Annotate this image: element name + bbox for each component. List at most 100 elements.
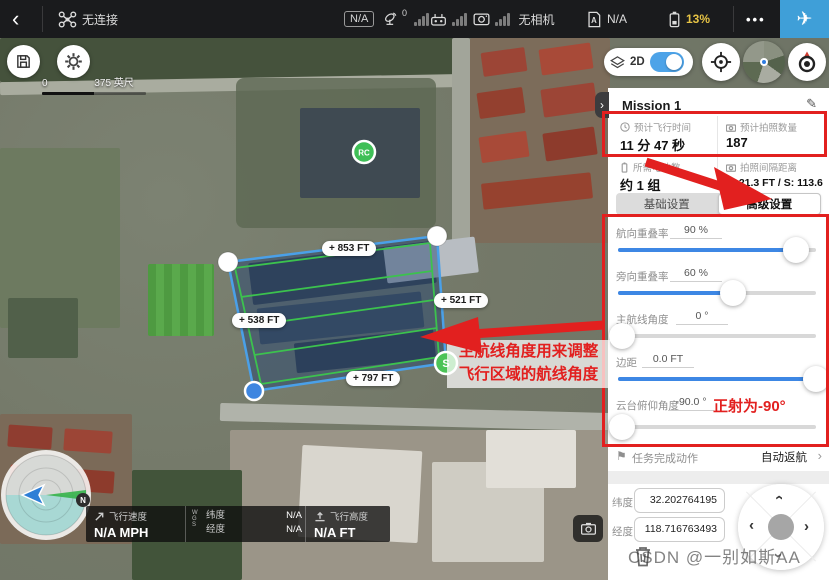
telemetry-bar: 飞行速度 N/A MPH W G S 纬度N/A 经度N/A 飞行高度 N/A … — [86, 506, 390, 542]
slider-handle[interactable] — [609, 414, 635, 440]
vertex-handle[interactable] — [427, 226, 447, 246]
slider-handle[interactable] — [783, 237, 809, 263]
slider-value-field[interactable]: -90.0 ° — [668, 396, 714, 411]
signal-bars — [452, 13, 467, 26]
slider-value-field[interactable]: 60 % — [670, 267, 722, 282]
save-mission-button[interactable] — [7, 45, 40, 78]
edge-length-label: + 521 FT — [434, 293, 488, 308]
takeoff-button[interactable]: ✈ — [780, 0, 829, 38]
edge-length-label: + 797 FT — [346, 371, 400, 386]
altitude-value: N/A FT — [314, 525, 382, 540]
tab-advanced-settings[interactable]: 高级设置 — [718, 193, 822, 215]
speed-arrow-icon — [94, 511, 105, 522]
mission-panel: › Mission 1 ✎ 预计飞行时间 11 分 47 秒 预计拍照数量 18… — [608, 88, 829, 580]
app-window: S RC + 853 FT + 521 FT + 538 FT + 797 FT… — [0, 0, 829, 580]
satellite-icon — [382, 11, 399, 27]
slider-value-field[interactable]: 0.0 FT — [642, 353, 694, 368]
plane-icon: ✈ — [797, 8, 813, 31]
slider-track[interactable] — [618, 334, 816, 338]
slider-label: 旁向重叠率 — [616, 269, 669, 284]
battery-needed-label: 所需电池数 — [620, 160, 681, 174]
slider-handle[interactable] — [720, 280, 746, 306]
slider-handle[interactable] — [803, 366, 829, 392]
slider-row-gimbal-pitch: 云台俯仰角度 -90.0 ° — [608, 396, 829, 439]
trash-icon[interactable] — [634, 545, 652, 567]
map-sports-field — [148, 264, 214, 336]
slider-row-route-angle: 主航线角度 0 ° — [608, 310, 829, 353]
camera-signal-status[interactable]: 无相机 — [473, 0, 555, 38]
rc-signal-status[interactable] — [430, 0, 467, 38]
longitude-label: 经度 — [612, 524, 633, 539]
photo-count-value: 187 — [726, 135, 748, 150]
flight-mode-value: N/A — [607, 12, 627, 26]
vertex-handle-selected[interactable] — [245, 382, 263, 400]
camera-status-text: 无相机 — [519, 11, 555, 28]
edge-length-label: + 538 FT — [232, 313, 286, 328]
finish-action-row[interactable]: ⚑ 任务完成动作 自动返航 › — [608, 442, 829, 470]
camera-icon — [726, 163, 736, 172]
telemetry-gps: W G S 纬度N/A 经度N/A — [185, 506, 305, 542]
minimap-button[interactable] — [743, 41, 785, 83]
slider-value-field[interactable]: 90 % — [670, 224, 722, 239]
edit-mission-icon[interactable]: ✎ — [806, 96, 817, 112]
scale-start: 0 — [42, 78, 48, 89]
longitude-input[interactable]: 118.716763493 — [634, 517, 725, 542]
flight-mode-status[interactable]: A N/A — [586, 0, 627, 38]
map-trees — [8, 298, 78, 358]
compass-icon — [795, 50, 819, 74]
latitude-input[interactable]: 32.202764195 — [634, 488, 725, 513]
status-badge[interactable]: N/A — [344, 0, 374, 38]
battery-percent: 13% — [686, 12, 710, 26]
slider-row-course-overlap: 航向重叠率 90 % — [608, 224, 829, 267]
signal-bars — [495, 13, 510, 26]
slider-track[interactable] — [618, 248, 816, 252]
finish-action-value: 自动返航 — [761, 449, 807, 465]
attitude-compass-widget[interactable]: N — [0, 449, 92, 546]
tab-basic-settings[interactable]: 基础设置 — [616, 193, 718, 215]
map-building — [486, 430, 576, 488]
settings-button[interactable] — [57, 45, 90, 78]
edge-length-label: + 853 FT — [322, 241, 376, 256]
altitude-icon — [314, 511, 326, 522]
drone-icon — [58, 11, 77, 28]
gps-lat-value: N/A — [286, 509, 302, 523]
dpad-center-button[interactable] — [768, 514, 794, 540]
battery-icon — [668, 11, 681, 28]
slider-track[interactable] — [618, 425, 816, 429]
slider-track[interactable] — [618, 291, 816, 295]
slider-value-field[interactable]: 0 ° — [676, 310, 728, 325]
map-2d-toggle[interactable]: 2D — [604, 48, 693, 76]
vertex-handle[interactable] — [218, 252, 238, 272]
gps-system-label: W G S — [192, 510, 198, 528]
panel-collapse-tab[interactable]: › — [595, 92, 609, 118]
panel-divider — [608, 471, 829, 484]
locate-button[interactable] — [702, 43, 740, 81]
scale-bar — [42, 92, 146, 95]
speed-value: N/A MPH — [94, 525, 177, 540]
slider-row-side-overlap: 旁向重叠率 60 % — [608, 267, 829, 310]
scale-end: 375 英尺 — [94, 78, 133, 89]
map-media-button[interactable] — [573, 515, 603, 542]
slider-label: 边距 — [616, 355, 637, 370]
telemetry-altitude: 飞行高度 N/A FT — [305, 506, 390, 542]
compass-button[interactable] — [788, 43, 826, 81]
dpad-down-button[interactable]: › — [771, 553, 786, 558]
battery-status[interactable]: 13% — [668, 0, 710, 38]
more-menu-button[interactable]: ••• — [746, 0, 766, 38]
back-button[interactable]: ‹ — [12, 0, 19, 38]
north-marker: N — [76, 493, 90, 507]
back-chevron-icon: ‹ — [12, 8, 19, 30]
slider-track[interactable] — [618, 377, 816, 381]
aircraft-connection-status[interactable]: 无连接 — [58, 0, 118, 38]
dpad-up-button[interactable]: › — [771, 495, 786, 500]
minimap-position-dot — [760, 58, 768, 66]
slider-handle[interactable] — [609, 323, 635, 349]
dpad-right-button[interactable]: › — [804, 519, 809, 534]
gps-signal-status[interactable]: 0 — [382, 0, 429, 38]
layers-icon — [610, 55, 625, 70]
flight-mode-icon: A — [586, 11, 602, 28]
telemetry-speed: 飞行速度 N/A MPH — [86, 506, 185, 542]
2d-toggle-switch[interactable] — [650, 52, 684, 72]
mission-title: Mission 1 — [622, 98, 681, 113]
dpad-left-button[interactable]: › — [749, 519, 754, 534]
